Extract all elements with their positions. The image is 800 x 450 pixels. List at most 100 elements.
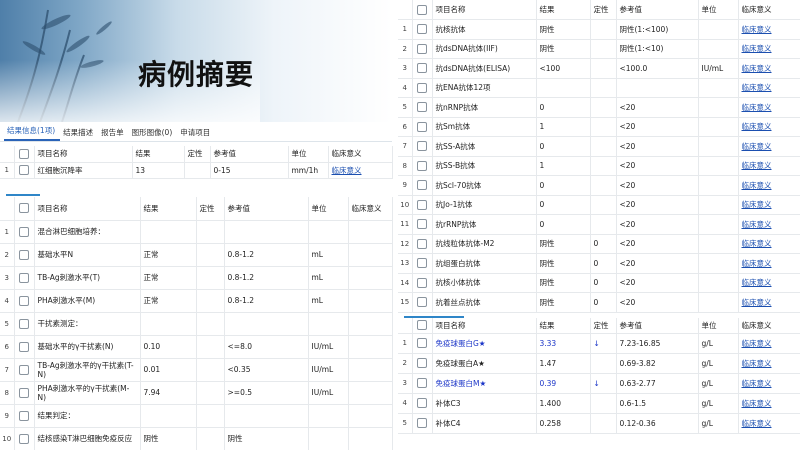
- row-checkbox[interactable]: [14, 220, 35, 244]
- item-meaning[interactable]: 临床意义: [738, 253, 800, 274]
- row-checkbox[interactable]: [14, 289, 35, 313]
- checkbox-box[interactable]: [417, 378, 427, 388]
- row-checkbox[interactable]: [412, 175, 433, 196]
- checkbox-box[interactable]: [417, 180, 427, 191]
- item-meaning[interactable]: 临床意义: [738, 97, 800, 118]
- clinical-meaning-link[interactable]: 临床意义: [742, 379, 772, 388]
- row-checkbox[interactable]: [412, 78, 433, 98]
- clinical-meaning-link[interactable]: 临床意义: [742, 339, 772, 348]
- table-row[interactable]: 4 补体C3 1.400 0.6-1.5 g/L 临床意义: [398, 393, 800, 414]
- row-checkbox[interactable]: [412, 19, 433, 40]
- table-row[interactable]: 11 抗rRNP抗体 0 <20 临床意义: [398, 214, 800, 235]
- checkbox-box[interactable]: [417, 199, 427, 210]
- table-row[interactable]: 5 补体C4 0.258 0.12-0.36 g/L 临床意义: [398, 413, 800, 434]
- row-checkbox[interactable]: [14, 427, 35, 450]
- row-checkbox[interactable]: [14, 243, 35, 267]
- item-meaning[interactable]: 临床意义: [328, 162, 393, 179]
- clinical-meaning-link[interactable]: 临床意义: [742, 259, 772, 268]
- checkbox-box[interactable]: [417, 238, 427, 249]
- item-meaning[interactable]: 临床意义: [738, 353, 800, 374]
- row-checkbox[interactable]: [412, 117, 433, 137]
- item-meaning[interactable]: 临床意义: [738, 413, 800, 434]
- item-meaning[interactable]: 临床意义: [738, 58, 800, 79]
- item-meaning[interactable]: 临床意义: [738, 78, 800, 98]
- table-row[interactable]: 6 抗Sm抗体 1 <20 临床意义: [398, 117, 800, 137]
- row-checkbox[interactable]: [14, 162, 35, 179]
- select-all-checkbox[interactable]: [14, 197, 35, 221]
- item-meaning[interactable]: 临床意义: [738, 156, 800, 176]
- row-checkbox[interactable]: [412, 373, 433, 394]
- checkbox-box[interactable]: [417, 418, 427, 428]
- checkbox-box[interactable]: [417, 102, 427, 113]
- clinical-meaning-link[interactable]: 临床意义: [742, 298, 772, 307]
- table-row[interactable]: 7 TB-Ag刺激水平的γ干扰素(T-N) 0.01 <0.35 IU/mL: [0, 358, 393, 382]
- table-row[interactable]: 9 结果判定：: [0, 404, 393, 428]
- tab-requested-items[interactable]: 申请项目: [177, 127, 215, 141]
- item-meaning[interactable]: 临床意义: [738, 393, 800, 414]
- row-checkbox[interactable]: [412, 353, 433, 374]
- checkbox-box[interactable]: [417, 141, 427, 152]
- item-meaning[interactable]: 临床意义: [738, 273, 800, 293]
- table-row[interactable]: 9 抗Scl-70抗体 0 <20 临床意义: [398, 175, 800, 196]
- item-meaning[interactable]: 临床意义: [738, 19, 800, 40]
- table-row[interactable]: 8 抗SS-B抗体 1 <20 临床意义: [398, 156, 800, 176]
- tab-images[interactable]: 图形图像(0): [129, 127, 178, 141]
- item-meaning[interactable]: 临床意义: [738, 333, 800, 354]
- checkbox-box[interactable]: [417, 277, 427, 288]
- tab-report[interactable]: 报告单: [98, 127, 129, 141]
- row-checkbox[interactable]: [412, 292, 433, 313]
- clinical-meaning-link[interactable]: 临床意义: [742, 278, 772, 287]
- checkbox-box[interactable]: [19, 341, 29, 352]
- item-meaning[interactable]: 临床意义: [738, 136, 800, 157]
- checkbox-box[interactable]: [417, 338, 427, 348]
- row-checkbox[interactable]: [412, 234, 433, 254]
- clinical-meaning-link[interactable]: 临床意义: [742, 103, 772, 112]
- table-row[interactable]: 1 红细胞沉降率 13 0-15 mm/1h 临床意义: [0, 162, 393, 179]
- table-row[interactable]: 5 抗nRNP抗体 0 <20 临床意义: [398, 97, 800, 118]
- table-row[interactable]: 15 抗着丝点抗体 阴性 0 <20 临床意义: [398, 292, 800, 313]
- table-row[interactable]: 2 基础水平N 正常 0.8-1.2 mL: [0, 243, 393, 267]
- clinical-meaning-link[interactable]: 临床意义: [742, 64, 772, 73]
- item-meaning[interactable]: 临床意义: [738, 39, 800, 59]
- table-row[interactable]: 5 干扰素测定：: [0, 312, 393, 336]
- clinical-meaning-link[interactable]: 临床意义: [742, 419, 772, 428]
- table-row[interactable]: 3 抗dsDNA抗体(ELISA) <100 <100.0 IU/mL 临床意义: [398, 58, 800, 79]
- select-all-checkbox[interactable]: [412, 318, 433, 334]
- checkbox-box[interactable]: [19, 272, 29, 283]
- table-row[interactable]: 10 结核感染T淋巴细胞免疫反应 阴性 阴性: [0, 427, 393, 450]
- row-checkbox[interactable]: [412, 214, 433, 235]
- checkbox-box[interactable]: [417, 160, 427, 171]
- checkbox-box[interactable]: [19, 295, 29, 306]
- table-row[interactable]: 1 抗核抗体 阴性 阴性(1:<100) 临床意义: [398, 19, 800, 40]
- row-checkbox[interactable]: [412, 273, 433, 293]
- checkbox-box[interactable]: [19, 318, 29, 329]
- item-meaning[interactable]: 临床意义: [738, 292, 800, 313]
- clinical-meaning-link[interactable]: 临床意义: [742, 359, 772, 368]
- table-row[interactable]: 3 TB-Ag刺激水平(T) 正常 0.8-1.2 mL: [0, 266, 393, 290]
- item-meaning[interactable]: 临床意义: [738, 214, 800, 235]
- checkbox-box[interactable]: [417, 24, 427, 35]
- table-row[interactable]: 12 抗线粒体抗体-M2 阴性 0 <20 临床意义: [398, 234, 800, 254]
- row-checkbox[interactable]: [412, 39, 433, 59]
- select-all-checkbox[interactable]: [14, 146, 35, 163]
- table-row[interactable]: 13 抗组蛋白抗体 阴性 0 <20 临床意义: [398, 253, 800, 274]
- row-checkbox[interactable]: [412, 156, 433, 176]
- item-meaning[interactable]: 临床意义: [738, 117, 800, 137]
- table-row[interactable]: 1 混合淋巴细胞培养：: [0, 220, 393, 244]
- row-checkbox[interactable]: [412, 393, 433, 414]
- row-checkbox[interactable]: [412, 58, 433, 79]
- clinical-meaning-link[interactable]: 临床意义: [742, 83, 772, 92]
- table-row[interactable]: 3 免疫球蛋白M★ 0.39 ↓ 0.63-2.77 g/L 临床意义: [398, 373, 800, 394]
- checkbox-box[interactable]: [417, 258, 427, 269]
- clinical-meaning-link[interactable]: 临床意义: [742, 239, 772, 248]
- table-row[interactable]: 4 PHA刺激水平(M) 正常 0.8-1.2 mL: [0, 289, 393, 313]
- select-all-checkbox[interactable]: [412, 0, 433, 20]
- row-checkbox[interactable]: [412, 333, 433, 354]
- checkbox-box[interactable]: [417, 82, 427, 93]
- item-meaning[interactable]: 临床意义: [738, 234, 800, 254]
- checkbox-box[interactable]: [417, 63, 427, 74]
- row-checkbox[interactable]: [412, 413, 433, 434]
- checkbox-box[interactable]: [417, 358, 427, 368]
- clinical-meaning-link[interactable]: 临床意义: [742, 200, 772, 209]
- clinical-meaning-link[interactable]: 临床意义: [742, 44, 772, 53]
